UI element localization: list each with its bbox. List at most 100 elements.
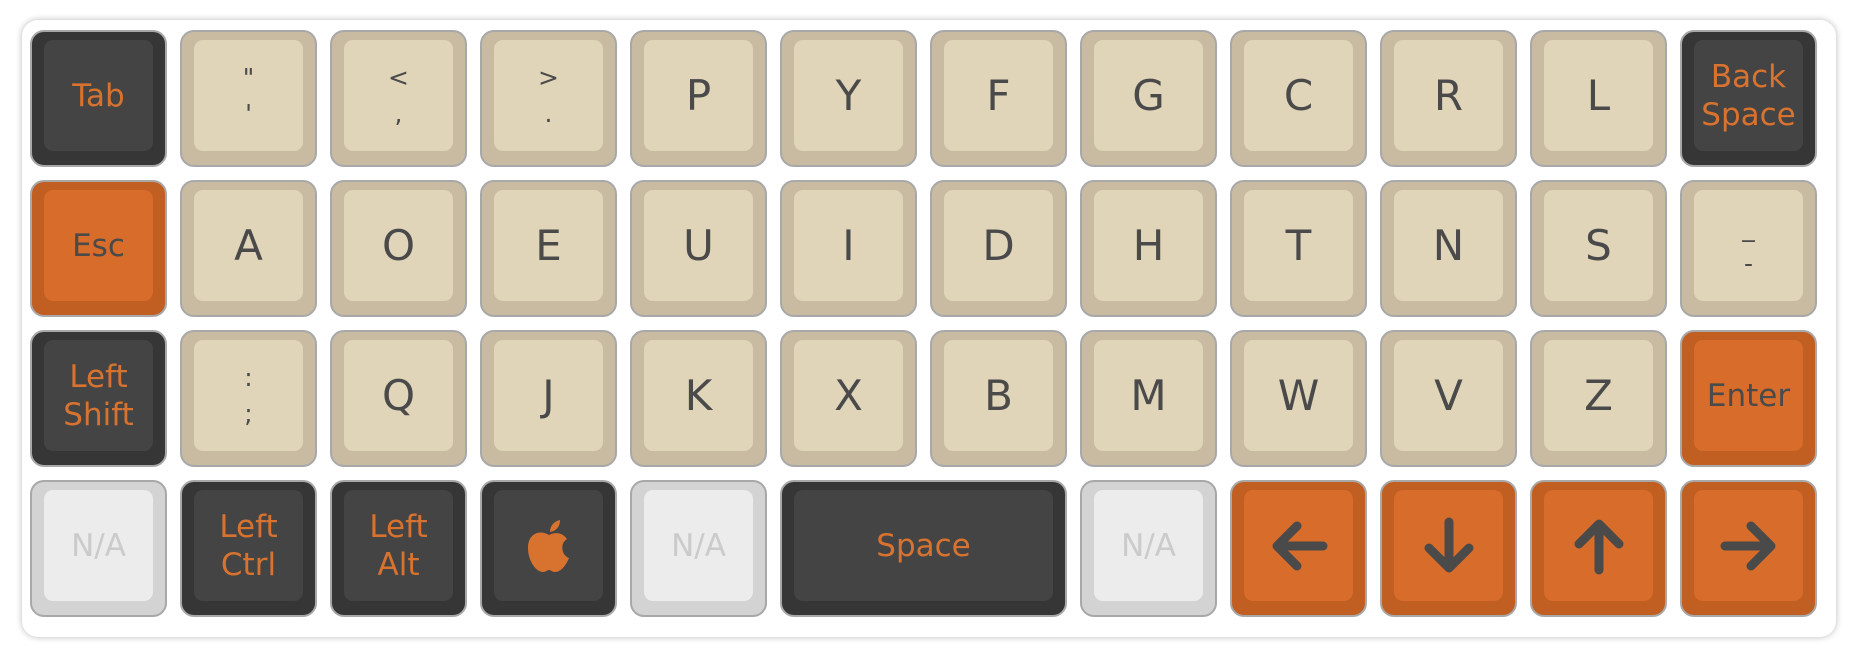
keycap-c: C: [1244, 40, 1353, 151]
key-left-shift[interactable]: Left Shift: [30, 330, 167, 467]
keycap-space: Space: [794, 490, 1053, 601]
key-quote[interactable]: " ': [180, 30, 317, 167]
key-p[interactable]: P: [630, 30, 767, 167]
key-semicolon[interactable]: :;: [180, 330, 317, 467]
key-f[interactable]: F: [930, 30, 1067, 167]
key-b[interactable]: B: [930, 330, 1067, 467]
key-label: N/A: [671, 527, 726, 564]
key-label: F: [986, 70, 1011, 120]
keycap-left-alt: Left Alt: [344, 490, 453, 601]
key-g[interactable]: G: [1080, 30, 1217, 167]
key-q[interactable]: Q: [330, 330, 467, 467]
key-label: W: [1277, 370, 1320, 420]
key-label: M: [1130, 370, 1167, 420]
keycap-e: E: [494, 190, 603, 301]
key-n[interactable]: N: [1380, 180, 1517, 317]
key-label: P: [685, 70, 712, 120]
base-legend: ,: [394, 98, 403, 128]
key-i[interactable]: I: [780, 180, 917, 317]
key-down-arrow[interactable]: [1380, 480, 1517, 617]
key-o[interactable]: O: [330, 180, 467, 317]
key-legend: :;: [244, 360, 252, 432]
key-w[interactable]: W: [1230, 330, 1367, 467]
keycap-tab: Tab: [44, 40, 153, 151]
keycap-l: L: [1544, 40, 1653, 151]
keycap-x: X: [794, 340, 903, 451]
key-label: Space: [876, 527, 971, 564]
key-label: I: [842, 220, 855, 270]
key-label: B: [984, 370, 1013, 420]
key-label: H: [1132, 220, 1165, 270]
key-label: U: [683, 220, 714, 270]
key-u[interactable]: U: [630, 180, 767, 317]
key-left-alt[interactable]: Left Alt: [330, 480, 467, 617]
key-c[interactable]: C: [1230, 30, 1367, 167]
keycap-left-ctrl: Left Ctrl: [194, 490, 303, 601]
key-label: A: [234, 220, 263, 270]
arrow-left-icon: [1269, 519, 1329, 573]
keycap-p: P: [644, 40, 753, 151]
key-h[interactable]: H: [1080, 180, 1217, 317]
key-k[interactable]: K: [630, 330, 767, 467]
key-y[interactable]: Y: [780, 30, 917, 167]
key-right-arrow[interactable]: [1680, 480, 1817, 617]
key-d[interactable]: D: [930, 180, 1067, 317]
keycap-na-1: N/A: [44, 490, 153, 601]
key-r[interactable]: R: [1380, 30, 1517, 167]
keycap-u: U: [644, 190, 753, 301]
keycap-i: I: [794, 190, 903, 301]
key-na-2[interactable]: N/A: [630, 480, 767, 617]
keycap-j: J: [494, 340, 603, 451]
key-m[interactable]: M: [1080, 330, 1217, 467]
key-space[interactable]: Space: [780, 480, 1067, 617]
key-legend: <,: [388, 60, 409, 132]
keycap-up-arrow: [1544, 490, 1653, 601]
key-z[interactable]: Z: [1530, 330, 1667, 467]
key-tab[interactable]: Tab: [30, 30, 167, 167]
key-up-arrow[interactable]: [1530, 480, 1667, 617]
key-backspace[interactable]: Back Space: [1680, 30, 1817, 167]
key-label: D: [982, 220, 1015, 270]
key-label: Z: [1584, 370, 1613, 420]
key-left-ctrl[interactable]: Left Ctrl: [180, 480, 317, 617]
key-esc[interactable]: Esc: [30, 180, 167, 317]
key-label: T: [1285, 220, 1312, 270]
key-minus[interactable]: _ -: [1680, 180, 1817, 317]
keycap-b: B: [944, 340, 1053, 451]
key-s[interactable]: S: [1530, 180, 1667, 317]
keycap-h: H: [1094, 190, 1203, 301]
key-j[interactable]: J: [480, 330, 617, 467]
arrow-down-icon: [1422, 516, 1476, 576]
key-label: X: [834, 370, 863, 420]
key-label: Left Shift: [63, 358, 134, 433]
key-label: R: [1433, 70, 1464, 120]
keycap-t: T: [1244, 190, 1353, 301]
shift-legend: <: [388, 62, 409, 92]
key-comma[interactable]: <,: [330, 30, 467, 167]
key-legend: _ -: [1742, 210, 1755, 282]
key-na-1[interactable]: N/A: [30, 480, 167, 617]
key-e[interactable]: E: [480, 180, 617, 317]
key-label: Tab: [72, 77, 125, 114]
key-label: K: [684, 370, 713, 420]
key-enter[interactable]: Enter: [1680, 330, 1817, 467]
base-legend: ;: [244, 398, 253, 428]
key-label: Enter: [1706, 377, 1791, 414]
key-period[interactable]: >.: [480, 30, 617, 167]
key-a[interactable]: A: [180, 180, 317, 317]
key-x[interactable]: X: [780, 330, 917, 467]
key-v[interactable]: V: [1380, 330, 1517, 467]
base-legend: -: [1743, 248, 1754, 278]
key-na-3[interactable]: N/A: [1080, 480, 1217, 617]
key-left-arrow[interactable]: [1230, 480, 1367, 617]
keycap-left-arrow: [1244, 490, 1353, 601]
key-label: N/A: [1121, 527, 1176, 564]
key-label: Left Alt: [369, 508, 428, 583]
keycap-v: V: [1394, 340, 1503, 451]
key-command[interactable]: [480, 480, 617, 617]
key-t[interactable]: T: [1230, 180, 1367, 317]
key-legend: " ': [243, 60, 255, 132]
keycap-q: Q: [344, 340, 453, 451]
keycap-left-shift: Left Shift: [44, 340, 153, 451]
key-l[interactable]: L: [1530, 30, 1667, 167]
